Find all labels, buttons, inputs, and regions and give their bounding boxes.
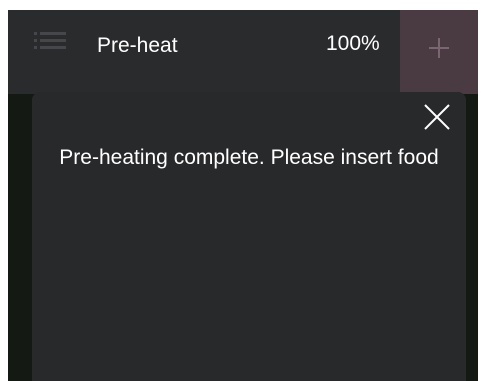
oven-screen: Pre-heat 100% Pre-heating complete. Plea… xyxy=(8,10,478,381)
add-button[interactable] xyxy=(400,10,478,94)
page-title: Pre-heat xyxy=(97,34,178,57)
notification-dialog: Pre-heating complete. Please insert food xyxy=(32,92,466,381)
list-menu-icon[interactable] xyxy=(34,31,66,55)
plus-icon xyxy=(429,38,449,58)
progress-percent: 100% xyxy=(326,32,380,55)
header-bar: Pre-heat 100% xyxy=(8,10,478,94)
close-icon[interactable] xyxy=(422,102,452,132)
notification-message: Pre-heating complete. Please insert food xyxy=(59,146,439,169)
